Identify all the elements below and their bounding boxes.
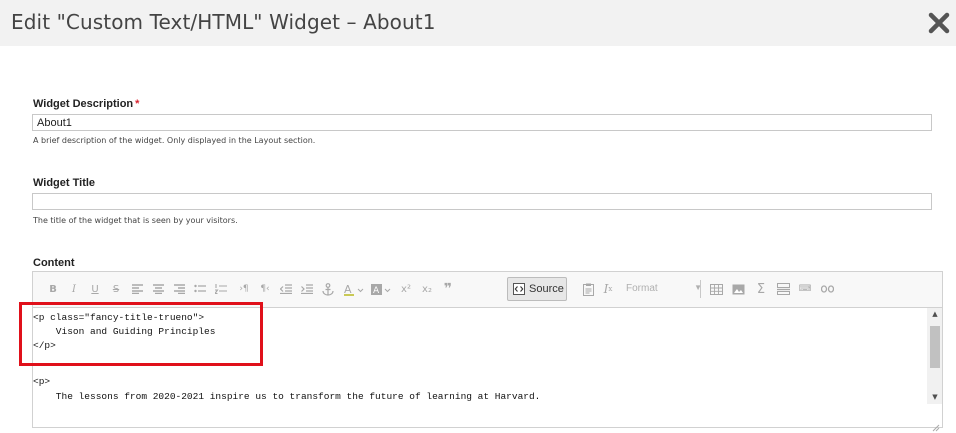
italic-button[interactable]: I <box>67 282 81 296</box>
strikethrough-button[interactable]: S <box>109 282 123 296</box>
scroll-thumb[interactable] <box>930 326 940 368</box>
dialog-header: Edit "Custom Text/HTML" Widget – About1 <box>0 0 956 46</box>
outdent-icon[interactable] <box>279 282 293 296</box>
paste-text-icon[interactable] <box>581 282 595 296</box>
scroll-down-arrow-icon[interactable]: ▼ <box>930 393 940 401</box>
source-icon <box>513 283 525 295</box>
widget-description-input[interactable] <box>32 114 932 131</box>
format-dropdown[interactable]: Format ▼ <box>626 283 702 297</box>
align-right-icon[interactable] <box>172 282 186 296</box>
superscript-icon[interactable]: x² <box>399 282 413 296</box>
table-icon[interactable] <box>709 282 723 296</box>
svg-text:A: A <box>373 286 380 296</box>
code-line: Vison and Guiding Principles <box>33 326 216 337</box>
special-char-icon[interactable]: ⌨ <box>798 282 812 296</box>
editor-scrollbar[interactable]: ▲ ▼ <box>927 308 942 404</box>
text-color-icon[interactable]: A <box>344 282 366 296</box>
content-label: Content <box>33 257 75 269</box>
bold-button[interactable]: B <box>46 282 60 296</box>
code-line: <p> <box>33 376 51 387</box>
numbered-list-icon[interactable] <box>214 282 228 296</box>
math-icon[interactable]: Σ <box>754 282 768 297</box>
widget-title-label: Widget Title <box>33 177 96 189</box>
widget-title-help: The title of the widget that is seen by … <box>33 216 238 225</box>
source-code-area[interactable]: <p class="fancy-title-trueno"> Vison and… <box>33 308 926 427</box>
ltr-icon[interactable]: ›¶ <box>237 282 251 296</box>
anchor-icon[interactable] <box>321 282 335 296</box>
code-line: </p> <box>33 340 56 351</box>
horizontal-rule-icon[interactable] <box>776 282 790 296</box>
widget-title-input[interactable] <box>32 193 932 210</box>
close-icon[interactable] <box>928 11 950 35</box>
toolbar-separator <box>700 280 701 298</box>
rtl-icon[interactable]: ¶‹ <box>258 282 272 296</box>
align-left-icon[interactable] <box>130 282 144 296</box>
widget-description-label-text: Widget Description <box>33 98 134 110</box>
bulleted-list-icon[interactable] <box>193 282 207 296</box>
blockquote-icon[interactable]: ❞ <box>441 281 455 297</box>
widget-description-help: A brief description of the widget. Only … <box>33 136 316 145</box>
code-line: <p class="fancy-title-trueno"> <box>33 312 205 323</box>
scroll-up-arrow-icon[interactable]: ▲ <box>930 310 940 318</box>
indent-icon[interactable] <box>300 282 314 296</box>
format-dropdown-label: Format <box>626 283 658 294</box>
underline-button[interactable]: U <box>88 282 102 296</box>
editor-toolbar: B I U S ›¶ ¶‹ A A x² x₂ ❞ Source Ix Form… <box>33 272 942 308</box>
resize-grip-icon[interactable] <box>932 417 940 432</box>
source-button[interactable]: Source <box>507 277 567 301</box>
align-center-icon[interactable] <box>151 282 165 296</box>
code-line: The lessons from 2020-2021 inspire us to… <box>33 391 541 402</box>
remove-format-icon[interactable]: Ix <box>601 282 615 296</box>
source-button-label: Source <box>529 283 564 295</box>
required-marker: * <box>135 98 140 110</box>
bg-color-icon[interactable]: A <box>371 282 393 296</box>
widget-description-label: Widget Description * <box>33 98 139 110</box>
dialog-title: Edit "Custom Text/HTML" Widget – About1 <box>11 10 436 34</box>
image-icon[interactable] <box>731 282 745 296</box>
rich-text-editor: B I U S ›¶ ¶‹ A A x² x₂ ❞ Source Ix Form… <box>32 271 943 432</box>
unlink-icon[interactable] <box>820 282 834 296</box>
subscript-icon[interactable]: x₂ <box>420 282 434 296</box>
